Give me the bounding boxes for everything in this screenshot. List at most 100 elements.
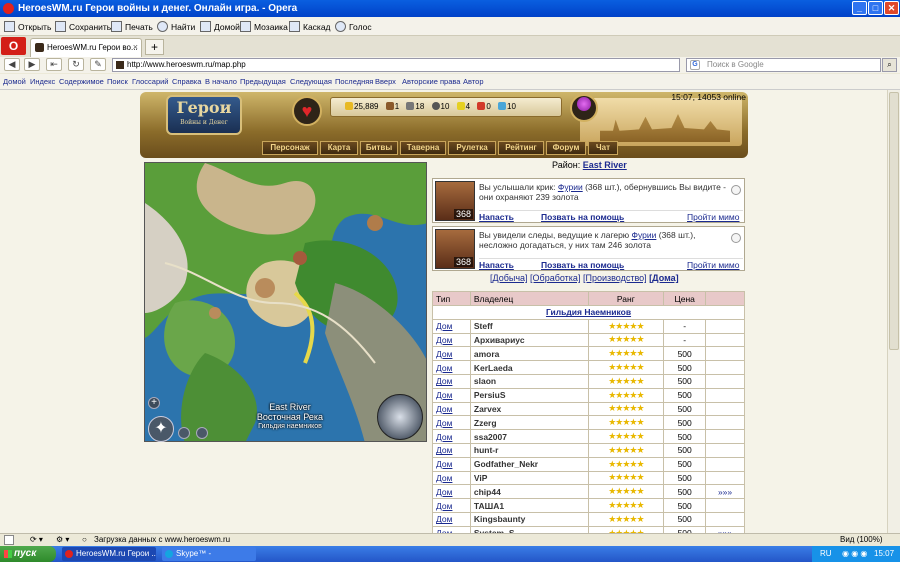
creature-link[interactable]: Фурии <box>558 182 583 192</box>
house-link[interactable]: Дом <box>432 373 471 389</box>
more-link[interactable] <box>705 498 745 513</box>
event-checkbox[interactable] <box>731 185 741 195</box>
call-help-link[interactable]: Позвать на помощь <box>541 211 624 223</box>
tab-heroeswm[interactable]: HeroesWM.ru Герои во... × <box>30 38 142 57</box>
turbo-icon[interactable]: ⚙ ▾ <box>56 534 69 546</box>
nav-help[interactable]: Справка <box>172 77 201 86</box>
region-link[interactable]: East River <box>583 160 627 170</box>
url-input[interactable]: http://www.heroeswm.ru/map.php <box>112 58 680 72</box>
minimize-button[interactable]: _ <box>852 1 867 15</box>
owner-name[interactable]: ssa2007 <box>469 429 589 444</box>
house-link[interactable]: Дом <box>432 415 471 431</box>
more-link[interactable] <box>705 456 745 472</box>
menu-forum[interactable]: Форум <box>546 141 586 155</box>
owner-name[interactable]: ViP <box>469 470 589 486</box>
mana-potion-icon[interactable] <box>570 94 598 122</box>
house-link[interactable]: Дом <box>432 346 471 362</box>
reload-button[interactable]: ↻ <box>68 58 84 71</box>
house-link[interactable]: Дом <box>432 360 471 375</box>
opera-menu-button[interactable]: O <box>1 37 26 55</box>
house-link[interactable]: Дом <box>432 456 471 472</box>
start-button[interactable]: пуск <box>0 546 56 562</box>
map-layer-icon[interactable] <box>196 427 208 439</box>
more-link[interactable] <box>705 332 745 348</box>
toolbar-open[interactable]: Открыть <box>4 20 51 34</box>
panel-toggle-icon[interactable] <box>4 535 14 545</box>
toolbar-home[interactable]: Домой <box>200 20 240 34</box>
tray-icons[interactable]: ◉ ◉ ◉ <box>842 546 867 562</box>
more-link[interactable] <box>705 346 745 362</box>
more-link[interactable] <box>705 470 745 486</box>
sync-icon[interactable]: ⟳ ▾ <box>30 534 43 546</box>
filter-production[interactable]: [Производство] <box>583 273 647 283</box>
game-logo[interactable]: Герои Войны и Денег <box>166 95 242 135</box>
nav-home[interactable]: Домой <box>3 77 26 86</box>
filter-processing[interactable]: [Обработка] <box>530 273 580 283</box>
house-link[interactable]: Дом <box>432 429 471 444</box>
owner-name[interactable]: ТАША1 <box>469 498 589 513</box>
house-link[interactable]: Дом <box>432 484 471 500</box>
more-link[interactable] <box>705 360 745 375</box>
filter-mining[interactable]: [Добыча] <box>490 273 528 283</box>
call-help-link[interactable]: Позвать на помощь <box>541 259 624 271</box>
nav-contents[interactable]: Содержимое <box>59 77 104 86</box>
more-link[interactable] <box>705 415 745 431</box>
toolbar-tile[interactable]: Мозаика <box>240 20 288 34</box>
house-link[interactable]: Дом <box>432 498 471 513</box>
house-link[interactable]: Дом <box>432 442 471 458</box>
pass-by-link[interactable]: Пройти мимо <box>687 211 739 223</box>
toolbar-save[interactable]: Сохранить <box>55 20 111 34</box>
menu-tavern[interactable]: Таверна <box>400 141 446 155</box>
house-link[interactable]: Дом <box>432 387 471 403</box>
owner-name[interactable]: KerLaeda <box>469 360 589 375</box>
maximize-button[interactable]: □ <box>868 1 883 15</box>
attack-link[interactable]: Напасть <box>479 259 514 271</box>
more-link[interactable]: »»» <box>705 484 745 500</box>
menu-chat[interactable]: Чат <box>588 141 618 155</box>
more-link[interactable] <box>705 387 745 403</box>
guild-link[interactable]: Гильдия Наемников <box>432 305 745 320</box>
back-button[interactable]: ◀ <box>4 58 20 71</box>
compass-icon[interactable]: ✦ <box>148 416 174 442</box>
owner-name[interactable]: slaon <box>469 373 589 389</box>
map-navigation-dial[interactable] <box>377 394 423 440</box>
health-heart-icon[interactable]: ♥ <box>292 96 322 126</box>
nav-up[interactable]: Вверх <box>375 77 396 86</box>
window-titlebar[interactable]: HeroesWM.ru Герои войны и денег. Онлайн … <box>0 0 900 17</box>
task-opera[interactable]: HeroesWM.ru Герои ... <box>62 547 156 561</box>
more-link[interactable] <box>705 511 745 527</box>
filter-houses[interactable]: [Дома] <box>649 273 678 283</box>
nav-author[interactable]: Автор <box>463 77 484 86</box>
search-input[interactable]: G Поиск в Google <box>686 58 881 72</box>
search-go-button[interactable]: ⌕ <box>882 58 897 72</box>
owner-name[interactable]: chip44 <box>469 484 589 500</box>
nav-index[interactable]: Индекс <box>30 77 55 86</box>
rewind-button[interactable]: ⇤ <box>46 58 62 71</box>
attack-link[interactable]: Напасть <box>479 211 514 223</box>
owner-name[interactable]: Zarvex <box>469 401 589 417</box>
close-button[interactable]: ✕ <box>884 1 899 15</box>
nav-search[interactable]: Поиск <box>107 77 128 86</box>
menu-character[interactable]: Персонаж <box>262 141 318 155</box>
menu-map[interactable]: Карта <box>320 141 358 155</box>
owner-name[interactable]: Steff <box>469 318 589 334</box>
owner-name[interactable]: PersiuS <box>469 387 589 403</box>
forward-button[interactable]: ▶ <box>24 58 40 71</box>
language-indicator[interactable]: RU <box>820 549 832 558</box>
more-link[interactable] <box>705 318 745 334</box>
house-link[interactable]: Дом <box>432 318 471 334</box>
scrollbar-thumb[interactable] <box>889 92 899 350</box>
owner-name[interactable]: Kingsbaunty <box>469 511 589 527</box>
menu-roulette[interactable]: Рулетка <box>448 141 496 155</box>
more-link[interactable] <box>705 401 745 417</box>
owner-name[interactable]: Zzerg <box>469 415 589 431</box>
new-tab-button[interactable]: + <box>145 39 164 55</box>
map-settings-icon[interactable] <box>178 427 190 439</box>
task-skype[interactable]: Skype™ - <box>162 547 256 561</box>
event-checkbox[interactable] <box>731 233 741 243</box>
creature-link[interactable]: Фурии <box>632 230 657 240</box>
house-link[interactable]: Дом <box>432 332 471 348</box>
owner-name[interactable]: hunt-r <box>469 442 589 458</box>
house-link[interactable]: Дом <box>432 470 471 486</box>
nav-glossary[interactable]: Глоссарий <box>132 77 169 86</box>
